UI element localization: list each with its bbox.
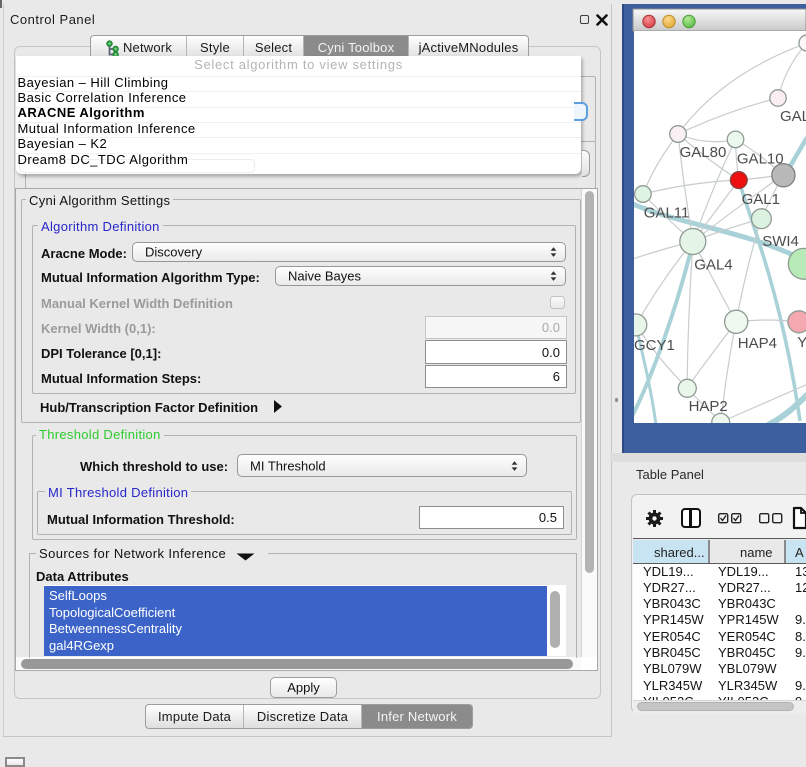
svg-text:GAL1: GAL1 [742,191,780,208]
svg-text:GAL4: GAL4 [694,256,732,273]
svg-text:SWI4: SWI4 [762,233,799,250]
svg-text:Y: Y [797,334,806,351]
svg-text:HAP2: HAP2 [689,398,728,415]
svg-text:GCY1: GCY1 [634,337,675,354]
svg-text:GAL7: GAL7 [780,108,806,125]
svg-text:HAP4: HAP4 [738,335,777,352]
svg-text:GAL80: GAL80 [680,144,727,161]
svg-text:GAL11: GAL11 [644,204,690,221]
svg-text:GAL10: GAL10 [737,151,784,168]
